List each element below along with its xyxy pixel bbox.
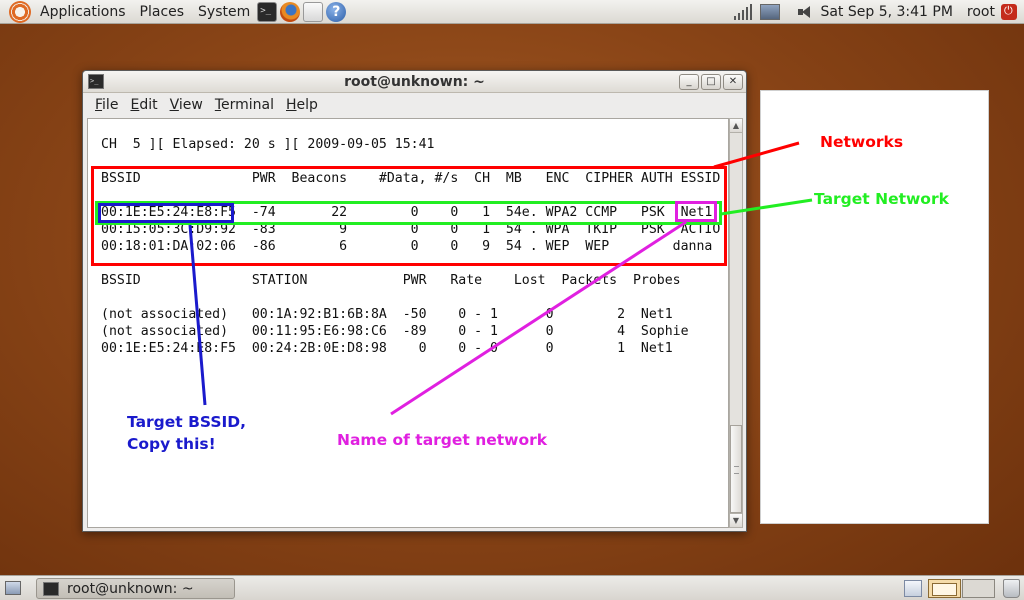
system-tray: Sat Sep 5, 3:41 PM root bbox=[734, 0, 1024, 24]
terminal-window: root@unknown: ~ _ □ ✕ File Edit View Ter… bbox=[82, 70, 747, 532]
terminal-icon[interactable] bbox=[257, 1, 278, 22]
maximize-button[interactable]: □ bbox=[701, 74, 721, 90]
help-icon[interactable]: ? bbox=[326, 1, 347, 22]
mail-icon[interactable] bbox=[303, 1, 324, 22]
applet-icon[interactable] bbox=[904, 580, 922, 597]
network-icon[interactable] bbox=[760, 4, 781, 20]
menu-file[interactable]: File bbox=[89, 97, 124, 113]
top-panel: Applications Places System ? Sat Sep 5, … bbox=[0, 0, 1024, 24]
menu-places[interactable]: Places bbox=[133, 0, 192, 24]
menu-edit[interactable]: Edit bbox=[124, 97, 163, 113]
ubuntu-logo-icon[interactable] bbox=[9, 0, 31, 23]
trash-icon[interactable] bbox=[1003, 579, 1020, 598]
target-bssid-label-line2: Copy this! bbox=[127, 435, 216, 453]
window-title: root@unknown: ~ bbox=[344, 74, 485, 90]
menu-applications[interactable]: Applications bbox=[33, 0, 133, 24]
taskbar-window-label: root@unknown: ~ bbox=[67, 580, 194, 597]
bottom-panel: root@unknown: ~ bbox=[0, 575, 1024, 600]
ap-row: 00:15:05:3C:D9:92 -83 9 0 0 1 54 . WPA T… bbox=[101, 222, 721, 237]
scroll-down-arrow-icon[interactable]: ▼ bbox=[730, 513, 742, 527]
firefox-icon[interactable] bbox=[280, 1, 301, 22]
name-of-target-label: Name of target network bbox=[337, 431, 548, 449]
window-menubar: File Edit View Terminal Help bbox=[83, 93, 746, 117]
blank-panel bbox=[760, 90, 989, 524]
minimize-button[interactable]: _ bbox=[679, 74, 699, 90]
terminal-scrollbar[interactable]: ▲ ▼ bbox=[729, 118, 743, 528]
window-titlebar[interactable]: root@unknown: ~ _ □ ✕ bbox=[83, 71, 746, 93]
terminal-output[interactable]: CH 5 ][ Elapsed: 20 s ][ 2009-09-05 15:4… bbox=[87, 118, 729, 528]
ap-row: 00:18:01:DA:02:06 -86 6 0 0 9 54 . WEP W… bbox=[101, 239, 713, 254]
target-bssid-label-line1: Target BSSID, bbox=[127, 413, 247, 431]
station-row: 00:1E:E5:24:E8:F5 00:24:2B:0E:D8:98 0 0 … bbox=[101, 341, 673, 356]
station-row: (not associated) 00:1A:92:B1:6B:8A -50 0… bbox=[101, 307, 673, 322]
scroll-up-arrow-icon[interactable]: ▲ bbox=[730, 119, 742, 133]
terminal-icon[interactable] bbox=[88, 74, 104, 89]
workspace-2[interactable] bbox=[962, 579, 995, 598]
ap-table-header: BSSID PWR Beacons #Data, #/s CH MB ENC C… bbox=[101, 171, 721, 186]
ap-row: 00:1E:E5:24:E8:F5 -74 22 0 0 1 54e. WPA2… bbox=[101, 205, 713, 220]
menu-system[interactable]: System bbox=[191, 0, 257, 24]
networks-label: Networks bbox=[820, 133, 904, 151]
close-button[interactable]: ✕ bbox=[723, 74, 743, 90]
menu-help[interactable]: Help bbox=[280, 97, 324, 113]
power-icon[interactable] bbox=[1001, 4, 1017, 20]
terminal-icon bbox=[43, 581, 59, 596]
signal-icon[interactable] bbox=[734, 4, 754, 20]
scrollbar-thumb[interactable] bbox=[730, 425, 742, 513]
show-desktop-icon[interactable] bbox=[5, 581, 21, 595]
user-name[interactable]: root bbox=[967, 4, 995, 20]
station-table-header: BSSID STATION PWR Rate Lost Packets Prob… bbox=[101, 273, 681, 288]
clock[interactable]: Sat Sep 5, 3:41 PM bbox=[820, 4, 952, 20]
volume-icon[interactable] bbox=[798, 5, 814, 19]
status-line: CH 5 ][ Elapsed: 20 s ][ 2009-09-05 15:4… bbox=[101, 137, 435, 152]
menu-view[interactable]: View bbox=[164, 97, 209, 113]
menu-terminal[interactable]: Terminal bbox=[209, 97, 280, 113]
target-network-label: Target Network bbox=[814, 190, 949, 208]
taskbar-window-button[interactable]: root@unknown: ~ bbox=[36, 578, 235, 599]
workspace-1[interactable] bbox=[928, 579, 961, 598]
station-row: (not associated) 00:11:95:E6:98:C6 -89 0… bbox=[101, 324, 689, 339]
target-bssid-label: Target BSSID, Copy this! bbox=[127, 411, 246, 455]
